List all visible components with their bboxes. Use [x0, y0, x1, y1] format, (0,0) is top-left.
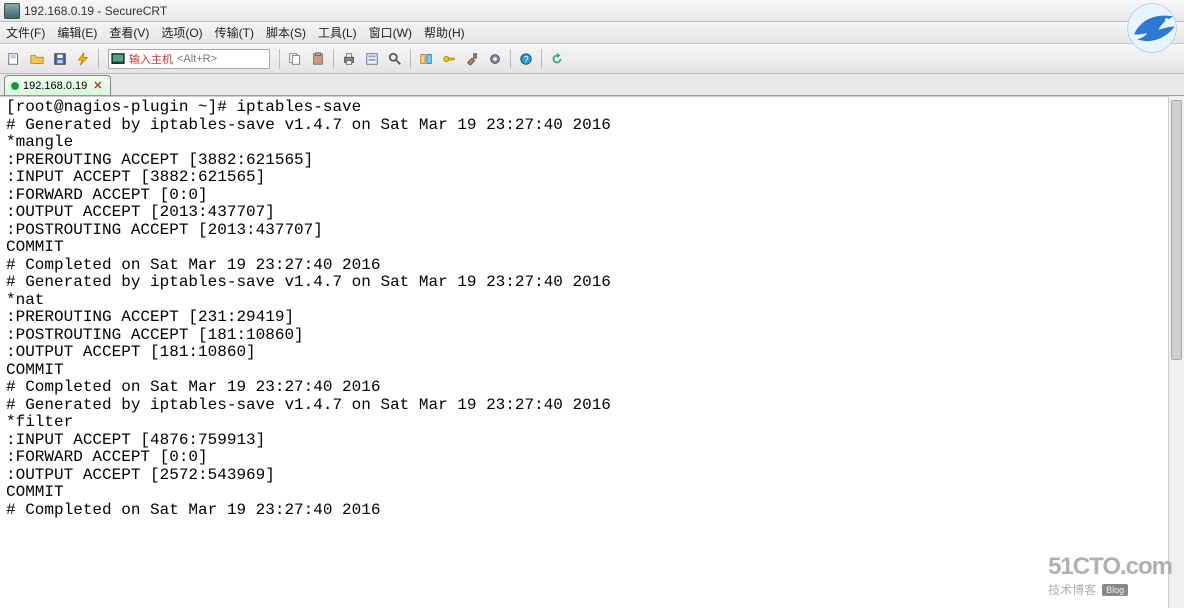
menu-script[interactable]: 脚本(S): [266, 24, 306, 41]
menu-tools[interactable]: 工具(L): [318, 24, 357, 41]
lightning-icon[interactable]: [73, 49, 93, 69]
terminal-icon: [111, 52, 125, 66]
refresh-icon[interactable]: [547, 49, 567, 69]
app-icon: [4, 3, 20, 19]
host-label: 输入主机: [127, 51, 175, 67]
key-icon[interactable]: [439, 49, 459, 69]
toolbar-separator: [510, 49, 511, 69]
host-input-group: 输入主机: [108, 49, 270, 69]
session-tab-label: 192.168.0.19: [23, 80, 87, 92]
menu-transfer[interactable]: 传输(T): [215, 24, 254, 41]
tools-icon[interactable]: [462, 49, 482, 69]
terminal-viewport[interactable]: [root@nagios-plugin ~]# iptables-save # …: [0, 96, 1184, 608]
host-input[interactable]: [177, 53, 267, 65]
session-tabbar: 192.168.0.19 ✕: [0, 74, 1184, 96]
new-session-icon[interactable]: [4, 49, 24, 69]
gear-icon[interactable]: [485, 49, 505, 69]
menu-options[interactable]: 选项(O): [161, 24, 202, 41]
vertical-scrollbar[interactable]: [1168, 96, 1184, 608]
session-tab-active[interactable]: 192.168.0.19 ✕: [4, 75, 111, 95]
menu-help[interactable]: 帮助(H): [424, 24, 465, 41]
scrollbar-thumb[interactable]: [1171, 100, 1182, 360]
paste-icon[interactable]: [308, 49, 328, 69]
menu-file[interactable]: 文件(F): [6, 24, 45, 41]
save-icon[interactable]: [50, 49, 70, 69]
transfer-icon[interactable]: [416, 49, 436, 69]
properties-icon[interactable]: [362, 49, 382, 69]
open-folder-icon[interactable]: [27, 49, 47, 69]
menu-window[interactable]: 窗口(W): [369, 24, 412, 41]
toolbar: 输入主机 ?: [0, 44, 1184, 74]
toolbar-separator: [541, 49, 542, 69]
toolbar-separator: [410, 49, 411, 69]
close-tab-icon[interactable]: ✕: [91, 79, 104, 92]
toolbar-separator: [98, 49, 99, 69]
window-title: 192.168.0.19 - SecureCRT: [24, 4, 167, 18]
find-icon[interactable]: [385, 49, 405, 69]
menu-bar: 文件(F) 编辑(E) 查看(V) 选项(O) 传输(T) 脚本(S) 工具(L…: [0, 22, 1184, 44]
menu-edit[interactable]: 编辑(E): [57, 24, 97, 41]
menu-view[interactable]: 查看(V): [109, 24, 149, 41]
status-dot-connected-icon: [11, 82, 19, 90]
print-icon[interactable]: [339, 49, 359, 69]
window-titlebar: 192.168.0.19 - SecureCRT: [0, 0, 1184, 22]
copy-icon[interactable]: [285, 49, 305, 69]
toolbar-separator: [279, 49, 280, 69]
app-logo-bird-icon: [1126, 2, 1178, 54]
svg-text:?: ?: [524, 54, 529, 64]
help-icon[interactable]: ?: [516, 49, 536, 69]
toolbar-separator: [333, 49, 334, 69]
